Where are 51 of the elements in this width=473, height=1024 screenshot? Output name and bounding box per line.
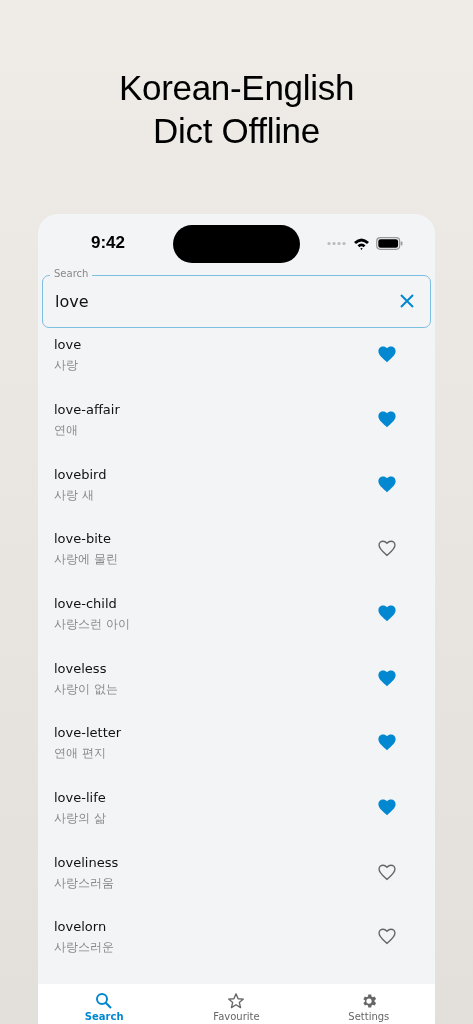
- heart-outline-icon[interactable]: [377, 862, 397, 881]
- heart-icon[interactable]: [377, 797, 397, 816]
- result-item[interactable]: loveless 사랑이 없는: [38, 660, 435, 726]
- translation-text: 연애: [54, 421, 79, 438]
- translation-text: 사랑: [54, 357, 79, 374]
- search-icon: [95, 992, 114, 1010]
- heart-icon[interactable]: [377, 668, 397, 687]
- result-item[interactable]: love-letter 연애 편지: [38, 725, 435, 790]
- result-item[interactable]: loveliness 사랑스러움: [38, 854, 435, 920]
- status-time: 9:42: [91, 233, 126, 254]
- result-item[interactable]: love-life 사랑의 삶: [38, 789, 435, 855]
- tab-button[interactable]: Favourite: [170, 984, 303, 1024]
- result-item[interactable]: love 사랑: [38, 337, 435, 402]
- heart-icon[interactable]: [377, 733, 397, 752]
- translation-text: 사랑스러움: [54, 874, 115, 891]
- heart-icon[interactable]: [377, 603, 397, 622]
- close-icon[interactable]: [399, 293, 415, 310]
- heart-icon[interactable]: [377, 345, 397, 364]
- translation-text: 사랑의 삶: [54, 809, 107, 826]
- word-text: love-affair: [54, 401, 121, 418]
- word-text: lovelorn: [54, 919, 108, 936]
- tab-button[interactable]: Settings: [302, 984, 435, 1024]
- tab-button[interactable]: Search: [38, 984, 171, 1024]
- word-text: loveless: [54, 660, 108, 677]
- wifi-icon: [353, 236, 370, 250]
- translation-text: 사랑스러운: [54, 939, 115, 956]
- heart-icon[interactable]: [377, 474, 397, 493]
- signal-icon: [327, 240, 347, 246]
- battery-icon: [376, 236, 403, 250]
- result-item[interactable]: lovelorn 사랑스러운: [38, 919, 435, 984]
- translation-text: 사랑 새: [54, 486, 95, 503]
- word-text: love-bite: [54, 531, 112, 548]
- result-item[interactable]: love-child 사랑스런 아이: [38, 595, 435, 661]
- result-item[interactable]: love-affair 연애: [38, 401, 435, 467]
- translation-text: 연애 편지: [54, 745, 107, 762]
- word-text: loveliness: [54, 854, 120, 871]
- star-icon: [227, 992, 246, 1010]
- heart-outline-icon[interactable]: [377, 539, 397, 558]
- result-item[interactable]: love-bite 사랑에 물린: [38, 531, 435, 596]
- heart-outline-icon[interactable]: [377, 927, 397, 946]
- translation-text: 사랑에 물린: [54, 551, 119, 568]
- translation-text: 사랑이 없는: [54, 680, 119, 697]
- heart-icon[interactable]: [377, 409, 397, 428]
- word-text: love-life: [54, 789, 107, 806]
- result-item[interactable]: lovebird 사랑 새: [38, 466, 435, 532]
- word-text: lovebird: [54, 466, 108, 483]
- word-text: love-child: [54, 595, 118, 612]
- word-text: love-letter: [54, 725, 123, 742]
- word-text: love: [54, 337, 83, 354]
- headline: Korean-English Dict Offline: [118, 67, 355, 152]
- translation-text: 사랑스런 아이: [54, 615, 131, 632]
